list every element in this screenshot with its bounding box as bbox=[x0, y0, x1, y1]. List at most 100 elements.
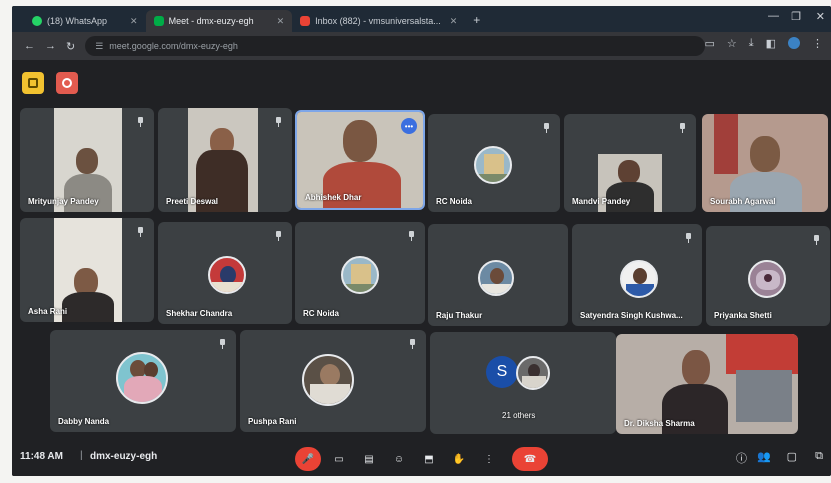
pin-icon[interactable] bbox=[136, 227, 145, 237]
participant-name: RC Noida bbox=[303, 309, 339, 318]
pin-icon[interactable] bbox=[274, 231, 283, 241]
download-icon[interactable]: ⤓ bbox=[749, 37, 754, 50]
participant-avatar bbox=[748, 260, 786, 298]
participant-name: Asha Rani bbox=[28, 307, 68, 316]
tab-label: Meet - dmx-euzy-egh bbox=[168, 16, 254, 26]
meeting-controls-bar: 11:48 AM | dmx-euzy-egh 🎤 ▭ ▤ ☺ ⬒ ✋ ⋮ ☎ … bbox=[12, 438, 831, 476]
participant-tile[interactable]: ••• Abhishek Dhar bbox=[295, 110, 425, 210]
tab-label: (18) WhatsApp bbox=[47, 16, 108, 26]
participant-tile[interactable]: Dabby Nanda bbox=[50, 330, 236, 432]
activities-icon[interactable] bbox=[22, 72, 44, 94]
tab-meet[interactable]: Meet - dmx-euzy-egh ✕ bbox=[145, 10, 293, 32]
pin-icon[interactable] bbox=[136, 117, 145, 127]
url-text: meet.google.com/dmx-euzy-egh bbox=[109, 41, 238, 51]
participant-name: Shekhar Chandra bbox=[166, 309, 233, 318]
raise-hand-button[interactable]: ✋ bbox=[448, 447, 470, 471]
participant-tile[interactable]: Raju Thakur bbox=[428, 224, 568, 326]
browser-tab-bar: (18) WhatsApp ✕ Meet - dmx-euzy-egh ✕ In… bbox=[12, 6, 831, 32]
captions-button[interactable]: ▤ bbox=[358, 447, 380, 471]
people-icon[interactable]: 👥 bbox=[757, 450, 771, 463]
chat-icon[interactable]: ▢ bbox=[787, 450, 797, 463]
tab-label: Inbox (882) - vmsuniversalsta... bbox=[315, 16, 441, 26]
new-tab-icon[interactable]: + bbox=[473, 13, 480, 27]
browser-menu-icon[interactable]: ⋮ bbox=[812, 37, 823, 50]
participant-avatar bbox=[474, 146, 512, 184]
others-count: 21 others bbox=[502, 411, 536, 420]
reload-icon[interactable]: ↻ bbox=[66, 40, 75, 53]
close-tab-icon[interactable]: ✕ bbox=[277, 16, 285, 27]
participant-name: RC Noida bbox=[436, 197, 472, 206]
close-tab-icon[interactable]: ✕ bbox=[450, 16, 458, 27]
tab-inbox[interactable]: Inbox (882) - vmsuniversalsta... ✕ bbox=[292, 10, 465, 32]
address-bar[interactable]: ☰ meet.google.com/dmx-euzy-egh bbox=[85, 36, 706, 56]
sidebar-icon[interactable]: ◧ bbox=[766, 37, 776, 50]
participant-avatar bbox=[516, 356, 550, 390]
participant-tile[interactable]: Satyendra Singh Kushwa... bbox=[572, 224, 702, 326]
screen: (18) WhatsApp ✕ Meet - dmx-euzy-egh ✕ In… bbox=[12, 6, 831, 476]
participant-avatar bbox=[341, 256, 379, 294]
participant-name: Sourabh Agarwal bbox=[710, 197, 776, 206]
cast-icon[interactable]: ▭ bbox=[704, 37, 714, 50]
clock: 11:48 AM bbox=[20, 451, 63, 462]
emoji-button[interactable]: ☺ bbox=[388, 447, 410, 471]
participant-tile[interactable]: Mrityunjay Pandey bbox=[20, 108, 154, 212]
participant-name: Dr. Diksha Sharma bbox=[624, 419, 695, 428]
close-tab-icon[interactable]: ✕ bbox=[130, 16, 138, 27]
recording-icon[interactable] bbox=[56, 72, 78, 94]
pin-icon[interactable] bbox=[684, 233, 693, 243]
participant-name: Raju Thakur bbox=[436, 311, 483, 320]
minimize-icon[interactable]: — bbox=[768, 10, 779, 22]
participant-avatar bbox=[620, 260, 658, 298]
activities-icon[interactable]: ⧉ bbox=[815, 450, 823, 463]
pin-icon[interactable] bbox=[408, 339, 417, 349]
site-info-icon[interactable]: ☰ bbox=[95, 41, 103, 52]
forward-icon[interactable]: → bbox=[45, 40, 56, 52]
pin-icon[interactable] bbox=[542, 123, 551, 133]
back-icon[interactable]: ← bbox=[24, 40, 35, 52]
mic-off-button[interactable]: 🎤 bbox=[295, 447, 321, 471]
pin-icon[interactable] bbox=[218, 339, 227, 349]
participant-tile[interactable]: Asha Rani bbox=[20, 218, 154, 322]
participant-name: Abhishek Dhar bbox=[305, 193, 362, 202]
whatsapp-icon bbox=[32, 16, 42, 26]
participant-tile[interactable]: Shekhar Chandra bbox=[158, 222, 292, 324]
separator: | bbox=[80, 450, 83, 461]
participant-name: Mandvi Pandey bbox=[572, 197, 631, 206]
camera-button[interactable]: ▭ bbox=[328, 447, 350, 471]
participant-tile[interactable]: Pushpa Rani bbox=[240, 330, 426, 432]
participant-name: Mrityunjay Pandey bbox=[28, 197, 99, 206]
participant-tile[interactable]: Sourabh Agarwal bbox=[702, 114, 828, 212]
meeting-details-icon[interactable]: ⓘ bbox=[736, 450, 747, 466]
bookmark-star-icon[interactable]: ☆ bbox=[727, 37, 737, 50]
participant-tile[interactable]: Dr. Diksha Sharma bbox=[616, 334, 798, 434]
tab-whatsapp[interactable]: (18) WhatsApp ✕ bbox=[24, 10, 146, 32]
participant-tile[interactable]: Priyanka Shetti bbox=[706, 226, 830, 326]
participant-avatar bbox=[478, 260, 514, 296]
leave-call-button[interactable]: ☎ bbox=[512, 447, 548, 471]
participant-tile[interactable]: RC Noida bbox=[428, 114, 560, 212]
pin-icon[interactable] bbox=[812, 235, 821, 245]
participant-avatar bbox=[116, 352, 168, 404]
pin-icon[interactable] bbox=[678, 123, 687, 133]
maximize-icon[interactable]: ❐ bbox=[791, 10, 801, 23]
participant-avatar: S bbox=[486, 356, 518, 388]
meeting-code: dmx-euzy-egh bbox=[90, 451, 158, 462]
meet-icon bbox=[153, 16, 164, 26]
pin-icon[interactable] bbox=[274, 117, 283, 127]
participant-tile[interactable]: Preeti Deswal bbox=[158, 108, 292, 212]
browser-toolbar: ← → ↻ ☰ meet.google.com/dmx-euzy-egh ▭ ☆… bbox=[12, 32, 831, 60]
more-options-button[interactable]: ⋮ bbox=[478, 447, 500, 471]
gmail-icon bbox=[300, 16, 311, 26]
pin-icon[interactable] bbox=[407, 231, 416, 241]
window-close-icon[interactable]: ✕ bbox=[816, 10, 825, 23]
participant-name: Satyendra Singh Kushwa... bbox=[580, 311, 683, 320]
participant-name: Dabby Nanda bbox=[58, 417, 110, 426]
profile-icon[interactable] bbox=[788, 37, 800, 49]
participant-tile[interactable]: Mandvi Pandey bbox=[564, 114, 696, 212]
speaking-indicator-icon: ••• bbox=[401, 118, 417, 134]
participant-name: Priyanka Shetti bbox=[714, 311, 772, 320]
others-tile[interactable]: S 21 others bbox=[430, 332, 616, 434]
participant-tile[interactable]: RC Noida bbox=[295, 222, 425, 324]
present-button[interactable]: ⬒ bbox=[418, 447, 440, 471]
participant-name: Preeti Deswal bbox=[166, 197, 219, 206]
